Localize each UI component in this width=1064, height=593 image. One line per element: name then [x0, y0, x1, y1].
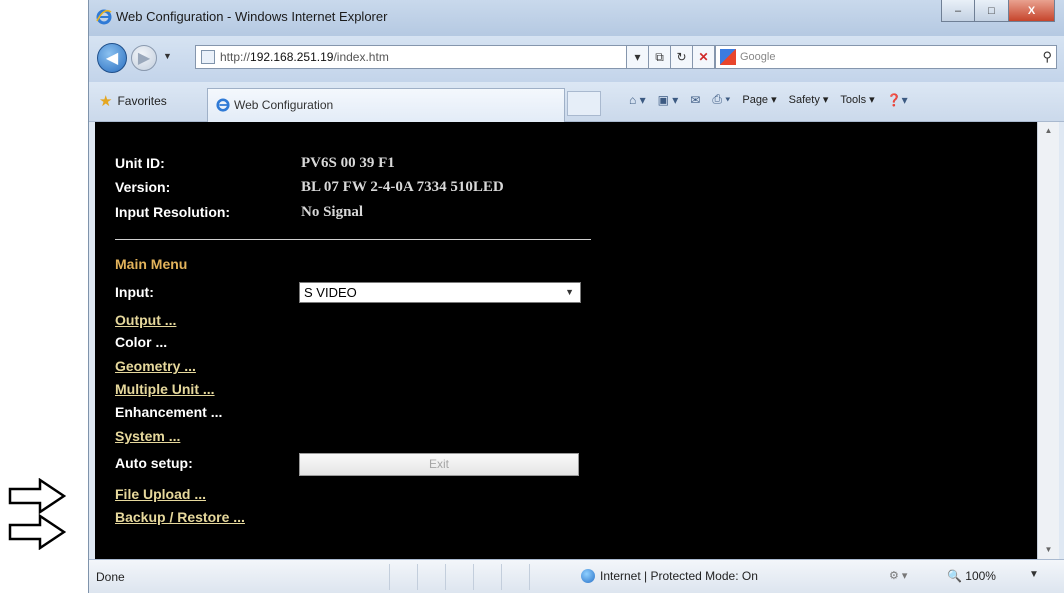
page-icon [201, 50, 215, 64]
tab-label: Web Configuration [234, 98, 334, 112]
input-select[interactable]: S VIDEO ▼ [299, 282, 581, 303]
page-menu[interactable]: Page ▾ [742, 93, 776, 106]
color-label: Color ... [115, 334, 168, 350]
input-resolution-label: Input Resolution: [115, 204, 231, 220]
file-upload-link[interactable]: File Upload ... [115, 486, 206, 502]
enhancement-label: Enhancement ... [115, 404, 223, 420]
search-icon[interactable]: ⚲ [1042, 46, 1052, 68]
unit-id-row: Unit ID: PV6S 00 39 F1 [115, 155, 395, 171]
status-text: Done [96, 570, 125, 584]
feeds-icon[interactable]: ▣ ▾ [658, 93, 679, 107]
search-field[interactable]: Google ⚲ [715, 45, 1057, 69]
tools-menu[interactable]: Tools ▾ [840, 93, 874, 106]
divider [115, 239, 591, 240]
tab-web-configuration[interactable]: Web Configuration [207, 88, 565, 122]
forward-button[interactable]: ▶ [131, 45, 157, 71]
input-resolution-row: Input Resolution: No Signal [115, 204, 363, 220]
zoom-dropdown-icon[interactable]: ▼ [1029, 569, 1039, 580]
command-bar: ⌂ ▾ ▣ ▾ ✉ ⎙ ▾ Page ▾ Safety ▾ Tools ▾ ❓▾ [629, 92, 908, 107]
print-icon[interactable]: ⎙ ▾ [712, 92, 730, 107]
star-icon: ★ [99, 93, 113, 110]
auto-setup-label: Auto setup: [115, 455, 193, 471]
ie-tab-icon [216, 98, 230, 112]
address-bar: ◀ ▶ ▼ http://192.168.251.19/index.htm ▾ … [89, 36, 1064, 82]
url-path: /index.htm [333, 50, 389, 64]
add-on-icon[interactable]: ⚙ ▾ [889, 569, 907, 582]
chevron-down-icon: ▼ [565, 287, 574, 297]
input-selected-value: S VIDEO [304, 285, 357, 300]
scroll-down-icon[interactable]: ▼ [1038, 541, 1059, 559]
security-zone[interactable]: Internet | Protected Mode: On [581, 569, 758, 583]
zoom-value: 100% [965, 569, 996, 583]
back-button[interactable]: ◀ [97, 43, 127, 73]
url-prefix: http:// [220, 50, 251, 64]
address-tools: ▾ ⧉ ↻ ✕ [627, 45, 715, 69]
help-icon[interactable]: ❓▾ [887, 93, 908, 107]
browser-window: Web Configuration - Windows Internet Exp… [88, 0, 1064, 593]
favorites-button[interactable]: ★ Favorites [99, 92, 167, 110]
zoom-level[interactable]: 🔍 100% [947, 569, 996, 583]
status-separators [389, 564, 557, 590]
geometry-link[interactable]: Geometry ... [115, 358, 196, 374]
search-placeholder: Google [740, 51, 776, 63]
url-host: 192.168.251.19 [250, 50, 334, 64]
refresh-icon[interactable]: ↻ [671, 45, 693, 69]
unit-id-label: Unit ID: [115, 155, 165, 171]
window-title: Web Configuration - Windows Internet Exp… [116, 9, 388, 24]
recent-pages-dropdown-icon[interactable]: ▼ [163, 51, 172, 61]
annotation-arrow-file-upload [8, 478, 66, 514]
page-content: Unit ID: PV6S 00 39 F1 Version: BL 07 FW… [95, 122, 1037, 559]
url-field[interactable]: http://192.168.251.19/index.htm [195, 45, 627, 69]
status-bar: Done Internet | Protected Mode: On ⚙ ▾ 🔍… [89, 559, 1064, 593]
favorites-bar: ★ Favorites Web Configuration ⌂ ▾ ▣ ▾ ✉ … [89, 82, 1064, 122]
title-bar: Web Configuration - Windows Internet Exp… [89, 0, 1064, 36]
search-provider-icon [720, 49, 736, 65]
forward-arrow-icon: ▶ [137, 50, 151, 67]
version-label: Version: [115, 179, 171, 195]
ie-logo-icon [96, 9, 112, 25]
safety-menu[interactable]: Safety ▾ [789, 93, 829, 106]
multiple-unit-link[interactable]: Multiple Unit ... [115, 381, 215, 397]
window-controls: – □ X [941, 0, 1055, 22]
mail-icon[interactable]: ✉ [690, 93, 700, 107]
main-menu-title: Main Menu [115, 256, 188, 272]
stop-icon[interactable]: ✕ [693, 45, 715, 69]
globe-icon [581, 569, 595, 583]
version-value: BL 07 FW 2-4-0A 7334 510LED [301, 179, 504, 195]
close-button[interactable]: X [1009, 0, 1055, 22]
url-dropdown-icon[interactable]: ▾ [627, 45, 649, 69]
compatibility-view-icon[interactable]: ⧉ [649, 45, 671, 69]
new-tab-button[interactable] [567, 91, 601, 116]
scroll-up-icon[interactable]: ▲ [1038, 122, 1059, 140]
zone-label: Internet | Protected Mode: On [600, 569, 758, 583]
maximize-button[interactable]: □ [975, 0, 1009, 22]
output-link[interactable]: Output ... [115, 312, 176, 328]
version-row: Version: BL 07 FW 2-4-0A 7334 510LED [115, 179, 504, 195]
favorites-label: Favorites [117, 94, 167, 108]
system-link[interactable]: System ... [115, 428, 180, 444]
minimize-button[interactable]: – [941, 0, 975, 22]
backup-restore-link[interactable]: Backup / Restore ... [115, 509, 245, 525]
unit-id-value: PV6S 00 39 F1 [301, 155, 395, 171]
vertical-scrollbar[interactable]: ▲ ▼ [1037, 122, 1059, 559]
exit-button[interactable]: Exit [299, 453, 579, 476]
annotation-arrow-backup-restore [8, 514, 66, 550]
back-arrow-icon: ◀ [105, 50, 119, 67]
input-resolution-value: No Signal [301, 204, 364, 220]
input-label: Input: [115, 284, 154, 300]
home-icon[interactable]: ⌂ ▾ [629, 93, 646, 107]
